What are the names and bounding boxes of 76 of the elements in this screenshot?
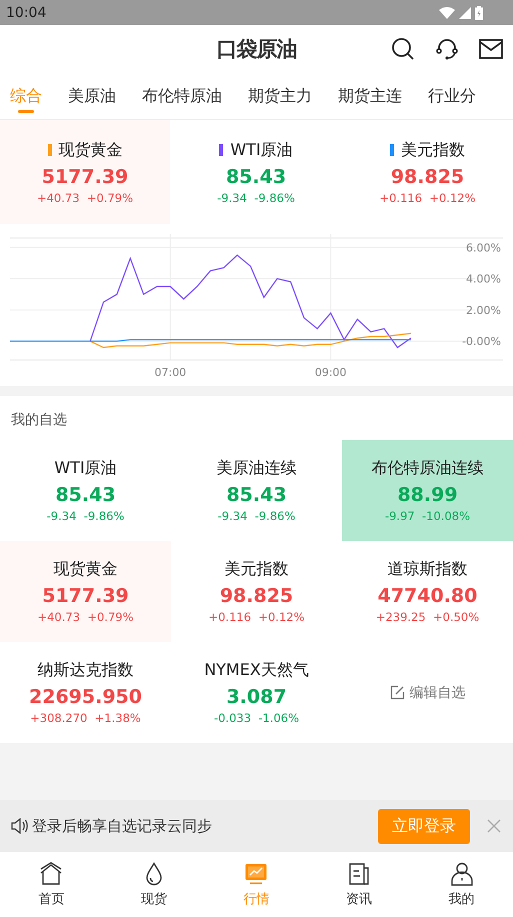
quote-name: 美元指数 [224, 559, 288, 580]
quote-price: 22695.950 [29, 686, 142, 708]
watchlist-item[interactable]: 现货黄金 5177.39 +40.73 +0.79% [0, 541, 171, 642]
index-card[interactable]: 美元指数 98.825 +0.116 +0.12% [342, 120, 513, 224]
quote-name: WTI原油 [54, 458, 117, 479]
index-change: +40.73 +0.79% [36, 190, 134, 204]
quote-change: -9.34 -9.86% [46, 509, 124, 523]
category-tab[interactable]: 期货主力 [248, 73, 325, 119]
app-logo: 口袋原油 [216, 36, 296, 63]
x-tick-label: 07:00 [154, 366, 186, 379]
home-icon [39, 862, 64, 886]
quote-change: -0.033 -1.06% [214, 711, 300, 725]
quote-name: 美原油连续 [216, 458, 296, 479]
quote-change: +0.116 +0.12% [208, 610, 305, 624]
index-change: -9.34 -9.86% [217, 190, 295, 204]
quote-name: 布伦特原油连续 [372, 458, 484, 479]
watchlist-item[interactable]: NYMEX天然气 3.087 -0.033 -1.06% [171, 642, 342, 743]
watchlist-item[interactable]: WTI原油 85.43 -9.34 -9.86% [0, 440, 171, 541]
index-price: 98.825 [390, 166, 464, 188]
quote-name: 道琼斯指数 [388, 559, 468, 580]
nav-tab[interactable]: 首页 [21, 862, 82, 908]
watchlist-item[interactable]: 纳斯达克指数 22695.950 +308.270 +1.38% [0, 642, 171, 743]
index-name: 美元指数 [401, 140, 465, 160]
index-change: +0.116 +0.12% [379, 190, 476, 204]
index-card[interactable]: 现货黄金 5177.39 +40.73 +0.79% [0, 120, 170, 224]
y-tick-label: 4.00% [466, 272, 501, 286]
wifi-icon [439, 6, 455, 18]
quote-price: 88.99 [397, 484, 458, 506]
y-tick-label: -0.00% [462, 335, 501, 348]
index-name: WTI原油 [230, 140, 293, 160]
quote-change: -9.97 -10.08% [384, 509, 470, 523]
quote-price: 85.43 [226, 484, 287, 506]
index-name: 现货黄金 [58, 140, 122, 160]
category-tab[interactable]: 期货主连 [338, 73, 415, 119]
nav-tab[interactable]: 资讯 [329, 862, 390, 908]
quote-name: NYMEX天然气 [204, 660, 309, 681]
quote-name: 现货黄金 [54, 559, 118, 580]
index-price: 85.43 [226, 166, 286, 188]
x-tick-label: 09:00 [314, 366, 347, 379]
document-icon [347, 862, 372, 886]
quote-change: +40.73 +0.79% [37, 610, 134, 624]
banner-message: 登录后畅享自选记录云同步 [32, 816, 213, 836]
category-tab[interactable]: 美原油 [68, 73, 129, 119]
monitor-chart-icon [244, 862, 268, 886]
quote-change: -9.34 -9.86% [218, 509, 296, 523]
watchlist-item[interactable]: 道琼斯指数 47740.80 +239.25 +0.50% [342, 541, 513, 642]
section-title: 我的自选 [10, 411, 68, 430]
category-tab[interactable]: 行业分 [428, 73, 489, 119]
edit-watchlist-button[interactable]: 编辑自选 [386, 682, 470, 704]
category-tab[interactable]: 布伦特原油 [142, 73, 235, 119]
index-card[interactable]: WTI原油 85.43 -9.34 -9.86% [170, 120, 342, 224]
nav-tab[interactable]: 现货 [124, 862, 184, 908]
status-time: 10:04 [6, 4, 46, 20]
signal-icon [459, 6, 471, 18]
y-tick-label: 2.00% [466, 304, 501, 317]
quote-price: 85.43 [55, 484, 116, 506]
nav-tab[interactable]: 我的 [432, 862, 492, 908]
quote-change: +239.25 +0.50% [376, 610, 480, 624]
quote-price: 47740.80 [378, 585, 478, 607]
mail-icon[interactable] [479, 38, 503, 60]
headset-icon[interactable] [435, 37, 459, 61]
edit-icon [390, 685, 404, 700]
quote-name: 纳斯达克指数 [38, 660, 134, 681]
watchlist-item[interactable]: 布伦特原油连续 88.99 -9.97 -10.08% [342, 440, 513, 541]
person-icon [450, 862, 474, 886]
speaker-icon [11, 818, 29, 834]
quote-price: 98.825 [220, 585, 294, 607]
watchlist-item[interactable]: 美原油连续 85.43 -9.34 -9.86% [171, 440, 342, 541]
quote-price: 3.087 [226, 686, 287, 708]
index-price: 5177.39 [42, 166, 128, 188]
quote-price: 5177.39 [42, 585, 129, 607]
search-icon[interactable] [391, 37, 415, 61]
battery-icon [475, 6, 483, 20]
watchlist-item[interactable]: 美元指数 98.825 +0.116 +0.12% [171, 541, 342, 642]
y-tick-label: 6.00% [466, 241, 501, 254]
quote-change: +308.270 +1.38% [30, 711, 141, 725]
